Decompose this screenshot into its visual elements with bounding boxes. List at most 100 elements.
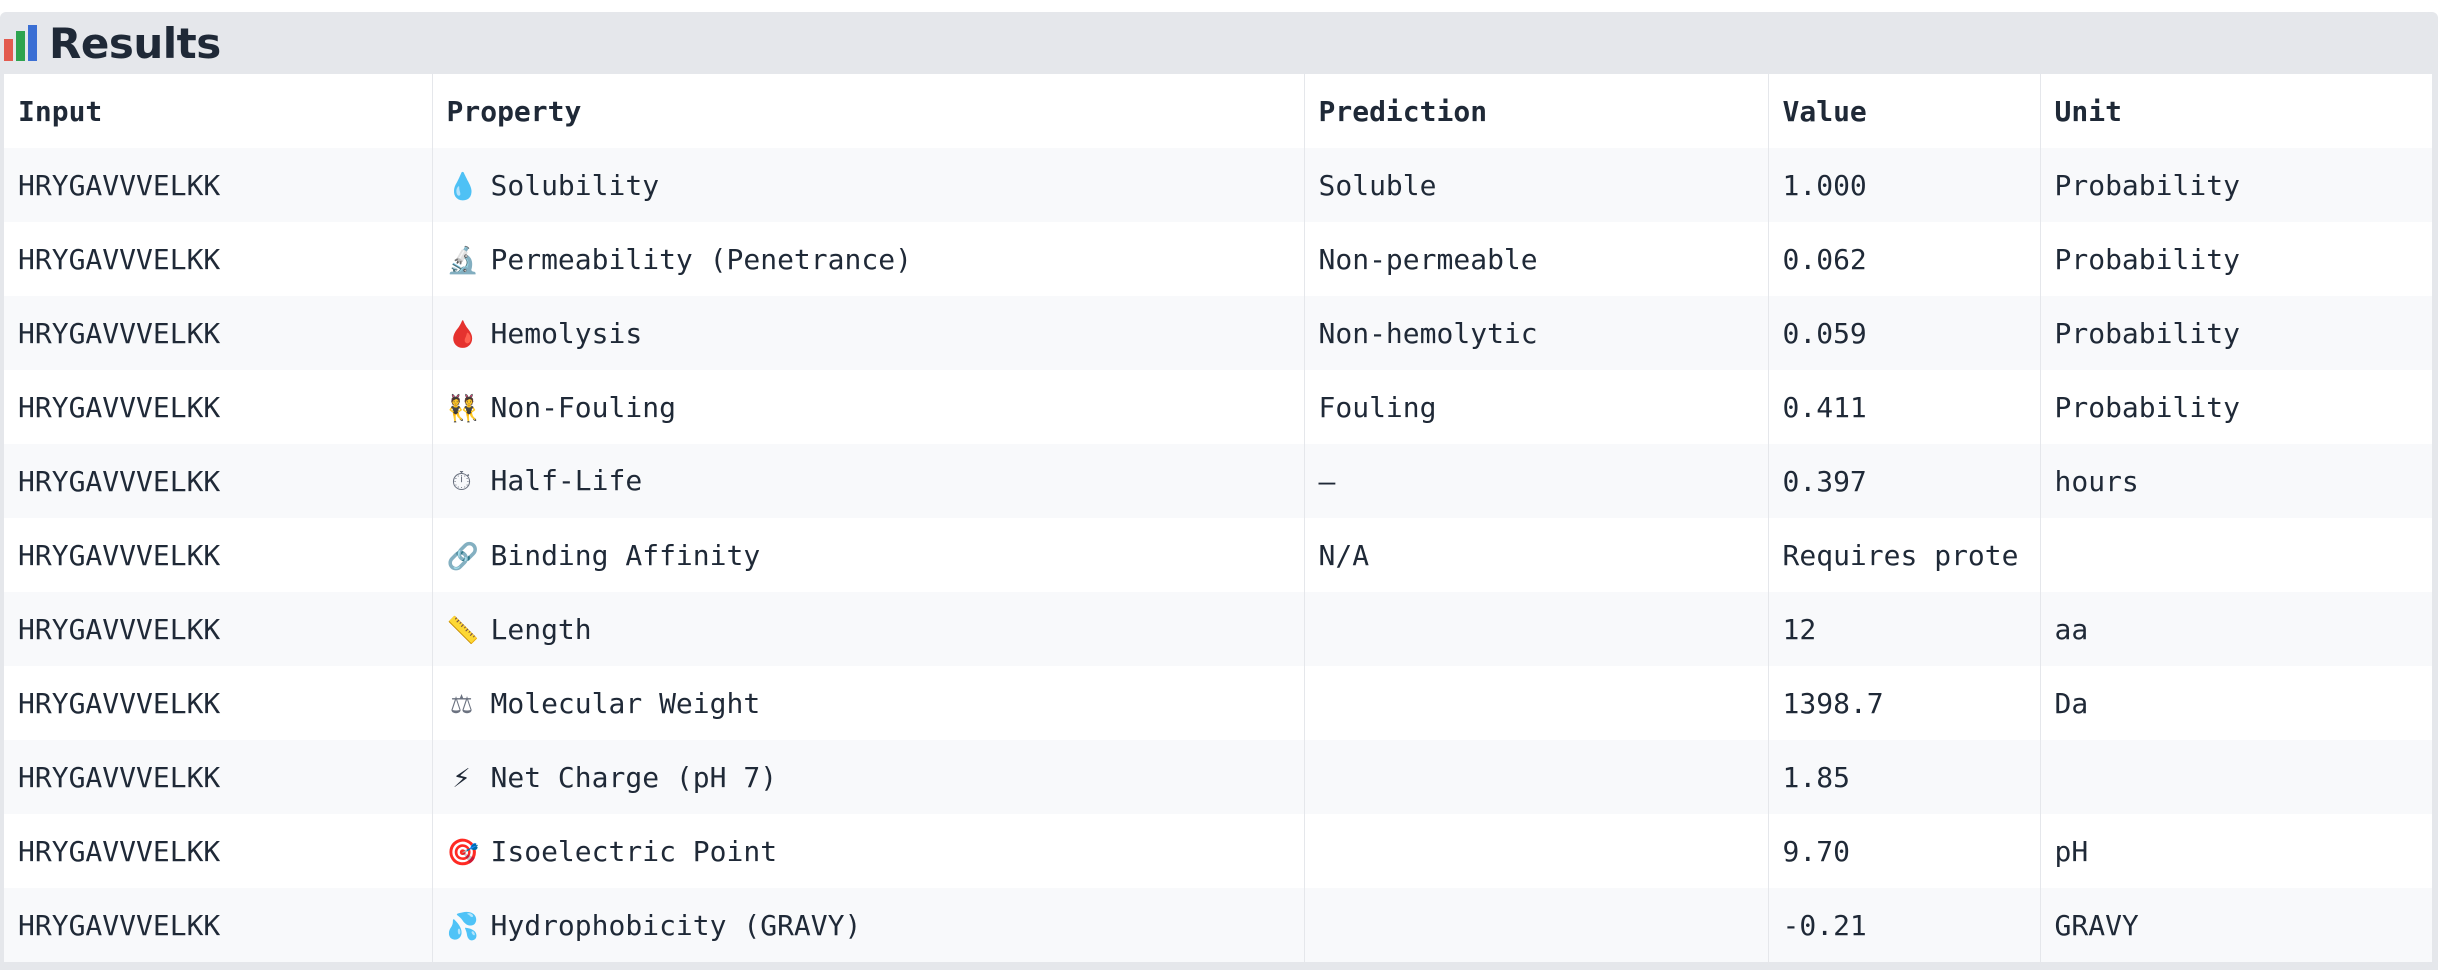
cell-input: HRYGAVVVELKK — [4, 370, 433, 444]
cell-input: HRYGAVVVELKK — [4, 740, 433, 814]
cell-prediction: Non-permeable — [1304, 222, 1769, 296]
scale-icon: ⚖ — [449, 689, 474, 720]
results-table: Input Property Prediction Value Unit HRY… — [4, 74, 2432, 962]
cell-value: 0.062 — [1768, 222, 2041, 296]
cell-property: 💧 Solubility — [432, 148, 1305, 222]
column-header-value[interactable]: Value — [1768, 74, 2041, 148]
table-row: HRYGAVVVELKK 🔬 Permeability (Penetrance) No… — [4, 222, 2432, 296]
cell-property: 🩸 Hemolysis — [432, 296, 1305, 370]
blood-drop-icon: 🩸 — [446, 319, 479, 350]
bar-chart-icon — [4, 25, 37, 61]
cell-input: HRYGAVVVELKK — [4, 888, 433, 962]
cell-property: ⏱ Half-Life — [432, 444, 1305, 518]
table-row: HRYGAVVVELKK ⏱ Half-Life —0.397 hours — [4, 444, 2432, 518]
cell-property: 💦 Hydrophobicity (GRAVY) — [432, 888, 1305, 962]
table-row: HRYGAVVVELKK 🔗 Binding Affinity N/A Requires… — [4, 518, 2432, 592]
results-table-body: HRYGAVVVELKK 💧 Solubility Soluble 1.000 Proba… — [4, 148, 2432, 962]
cell-unit: Da — [2040, 666, 2432, 740]
cell-prediction: Fouling — [1304, 370, 1769, 444]
property-label: Hemolysis — [490, 316, 643, 350]
column-header-prediction[interactable]: Prediction — [1304, 74, 1769, 148]
cell-prediction — [1304, 740, 1769, 814]
cell-unit: pH — [2040, 814, 2432, 888]
cell-unit: Probability — [2040, 222, 2432, 296]
cell-value: 1.000 — [1768, 148, 2041, 222]
cell-unit: Probability — [2040, 370, 2432, 444]
ruler-icon: 📏 — [446, 615, 479, 646]
cell-property: 🎯 Isoelectric Point — [432, 814, 1305, 888]
table-header-row: Input Property Prediction Value Unit — [4, 74, 2432, 148]
cell-prediction — [1304, 666, 1769, 740]
table-row: HRYGAVVVELKK 💧 Solubility Soluble 1.000 Proba… — [4, 148, 2432, 222]
cell-prediction — [1304, 888, 1769, 962]
property-label: Binding Affinity — [490, 538, 761, 572]
cell-value: 12 — [1768, 592, 2041, 666]
stopwatch-icon: ⏱ — [451, 467, 472, 497]
cell-value: 0.411 — [1768, 370, 2041, 444]
cell-value: -0.21 — [1768, 888, 2041, 962]
cell-property: 📏 Length — [432, 592, 1305, 666]
cell-property: ⚡ Net Charge (pH 7) — [432, 740, 1305, 814]
cell-prediction — [1304, 814, 1769, 888]
cell-value: 0.397 — [1768, 444, 2041, 518]
table-row: HRYGAVVVELKK ⚖ Molecular Weight 1398.7 Da — [4, 666, 2432, 740]
cell-value: 9.70 — [1768, 814, 2041, 888]
table-row: HRYGAVVVELKK 💦 Hydrophobicity (GRAVY) -0.21… — [4, 888, 2432, 962]
column-header-input[interactable]: Input — [4, 74, 433, 148]
cell-unit: hours — [2040, 444, 2432, 518]
table-row: HRYGAVVVELKK 📏 Length 12 aa — [4, 592, 2432, 666]
table-row: HRYGAVVVELKK 👯 Non-Fouling Fouling 0.411 Prob… — [4, 370, 2432, 444]
water-splash-icon: 💦 — [446, 911, 479, 942]
cell-input: HRYGAVVVELKK — [4, 666, 433, 740]
table-row: HRYGAVVVELKK ⚡ Net Charge (pH 7) 1.85 — [4, 740, 2432, 814]
cell-prediction: — — [1304, 444, 1769, 518]
cell-unit — [2040, 740, 2432, 814]
bar-chart-icon-bar — [28, 25, 37, 61]
cell-input: HRYGAVVVELKK — [4, 148, 433, 222]
cell-unit — [2040, 518, 2432, 592]
property-label: Half-Life — [490, 464, 643, 497]
microscope-icon: 🔬 — [446, 245, 479, 276]
results-table-container: Input Property Prediction Value Unit HRY… — [4, 74, 2432, 962]
cell-prediction: N/A — [1304, 518, 1769, 592]
cell-input: HRYGAVVVELKK — [4, 518, 433, 592]
cell-unit: GRAVY — [2040, 888, 2432, 962]
page-title: Results — [49, 18, 221, 68]
results-panel: Results Input Property Prediction Value … — [0, 12, 2438, 970]
cell-prediction: Non-hemolytic — [1304, 296, 1769, 370]
cell-input: HRYGAVVVELKK — [4, 444, 433, 518]
cell-unit: aa — [2040, 592, 2432, 666]
bar-chart-icon-bar — [16, 31, 25, 61]
results-header: Results — [4, 12, 221, 74]
column-header-property[interactable]: Property — [432, 74, 1305, 148]
cell-property: 🔗 Binding Affinity — [432, 518, 1305, 592]
table-row: HRYGAVVVELKK 🎯 Isoelectric Point 9.70 pH — [4, 814, 2432, 888]
table-row: HRYGAVVVELKK 🩸 Hemolysis Non-hemolytic 0.059… — [4, 296, 2432, 370]
cell-unit: Probability — [2040, 296, 2432, 370]
cell-input: HRYGAVVVELKK — [4, 592, 433, 666]
bar-chart-icon-bar — [4, 39, 13, 61]
panel-bottom-border — [0, 962, 2438, 970]
cell-value: 0.059 — [1768, 296, 2041, 370]
cell-property: ⚖ Molecular Weight — [432, 666, 1305, 740]
property-label: Net Charge (pH 7) — [490, 760, 778, 794]
cell-unit: Probability — [2040, 148, 2432, 222]
cell-value: Requires prote — [1768, 518, 2041, 592]
cell-prediction — [1304, 592, 1769, 666]
link-icon: 🔗 — [446, 541, 479, 572]
property-label: Isoelectric Point — [490, 834, 778, 868]
cell-input: HRYGAVVVELKK — [4, 222, 433, 296]
cell-input: HRYGAVVVELKK — [4, 814, 433, 888]
lightning-icon: ⚡ — [452, 763, 471, 794]
property-label: Solubility — [490, 168, 660, 202]
property-label: Permeability (Penetrance) — [490, 242, 912, 276]
property-label: Hydrophobicity (GRAVY) — [490, 908, 862, 942]
property-label: Non-Fouling — [490, 390, 676, 424]
droplet-icon: 💧 — [446, 171, 479, 202]
cell-value: 1.85 — [1768, 740, 2041, 814]
property-label: Molecular Weight — [490, 686, 761, 720]
property-label: Length — [490, 612, 592, 646]
column-header-unit[interactable]: Unit — [2040, 74, 2432, 148]
cell-property: 👯 Non-Fouling — [432, 370, 1305, 444]
cell-input: HRYGAVVVELKK — [4, 296, 433, 370]
